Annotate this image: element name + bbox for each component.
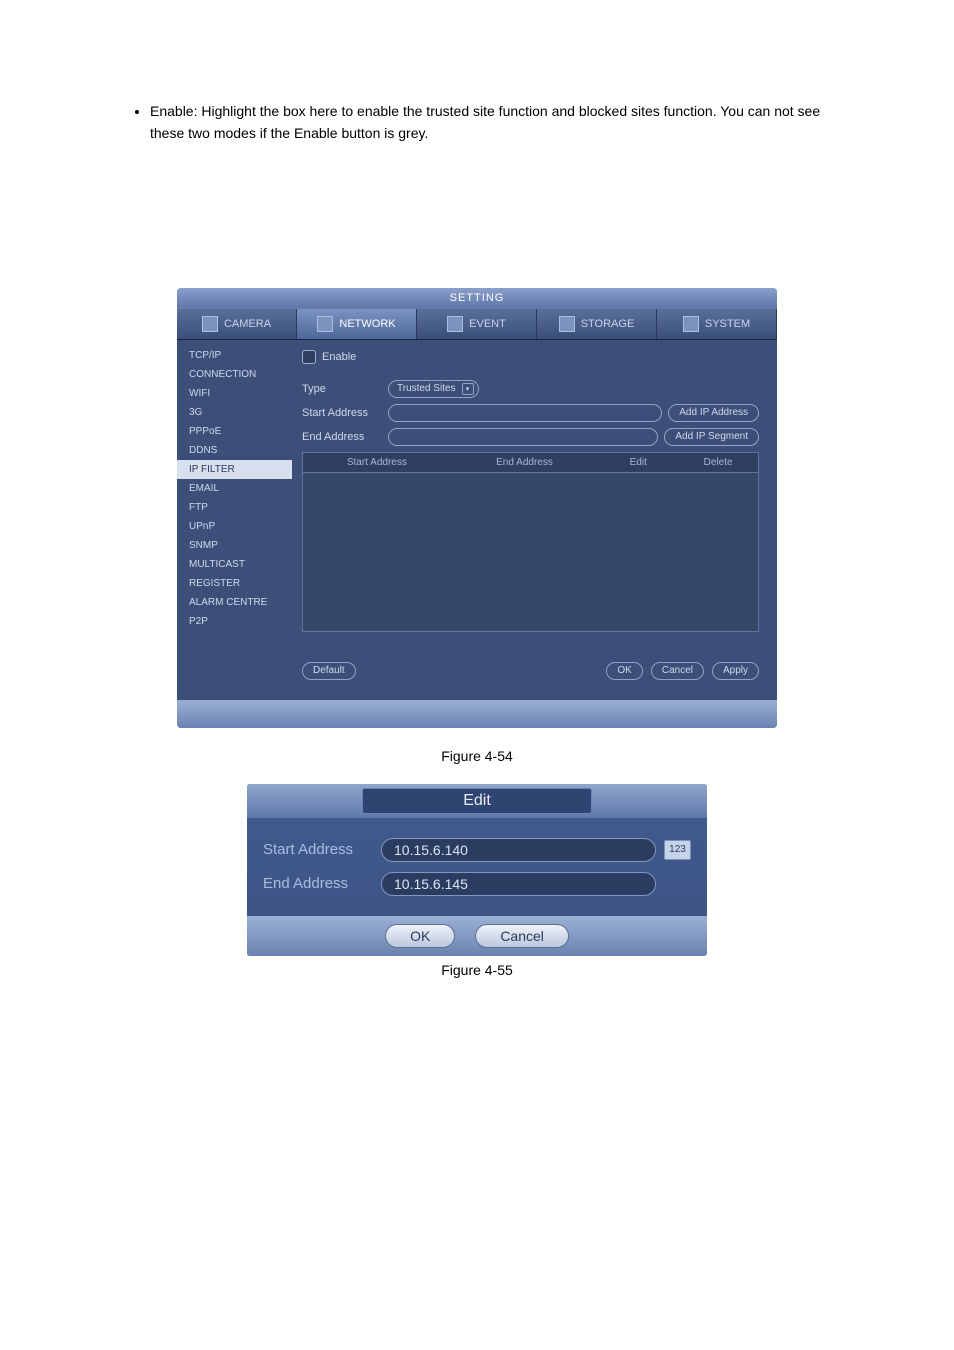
storage-icon xyxy=(559,316,575,332)
col-edit: Edit xyxy=(598,453,678,472)
sidebar-item-p2p[interactable]: P2P xyxy=(177,612,292,631)
tab-label: CAMERA xyxy=(224,318,271,330)
tab-event[interactable]: EVENT xyxy=(417,309,537,339)
figure-caption-2: Figure 4-55 xyxy=(120,962,834,978)
end-address-input[interactable] xyxy=(388,428,658,446)
upper-bullet-list: Enable: Highlight the box here to enable… xyxy=(120,100,834,145)
tab-bar: CAMERA NETWORK EVENT STORAGE SYSTEM xyxy=(177,308,777,340)
edit-cancel-button[interactable]: Cancel xyxy=(475,924,569,948)
sidebar-item-ddns[interactable]: DDNS xyxy=(177,441,292,460)
ok-button[interactable]: OK xyxy=(606,662,642,680)
footer-bar xyxy=(177,700,777,728)
col-end-address: End Address xyxy=(451,453,599,472)
sidebar-item-pppoe[interactable]: PPPoE xyxy=(177,422,292,441)
sidebar-item-snmp[interactable]: SNMP xyxy=(177,536,292,555)
upper-bullet-list-2: . . . xyxy=(120,185,834,258)
tab-system[interactable]: SYSTEM xyxy=(657,309,777,339)
window-title: SETTING xyxy=(177,288,777,308)
col-delete: Delete xyxy=(678,453,758,472)
sidebar-item-alarmcentre[interactable]: ALARM CENTRE xyxy=(177,593,292,612)
camera-icon xyxy=(202,316,218,332)
settings-window: SETTING CAMERA NETWORK EVENT STORAGE SYS… xyxy=(177,288,777,728)
sidebar-item-upnp[interactable]: UPnP xyxy=(177,517,292,536)
tab-label: SYSTEM xyxy=(705,318,750,330)
enable-label: Enable xyxy=(322,351,356,363)
sidebar-item-email[interactable]: EMAIL xyxy=(177,479,292,498)
tab-label: NETWORK xyxy=(339,318,395,330)
tab-camera[interactable]: CAMERA xyxy=(177,309,297,339)
enable-checkbox[interactable] xyxy=(302,350,316,364)
chevron-down-icon: ▾ xyxy=(462,383,474,395)
tab-label: STORAGE xyxy=(581,318,635,330)
type-select[interactable]: Trusted Sites ▾ xyxy=(388,380,479,398)
type-value: Trusted Sites xyxy=(397,383,456,394)
default-button[interactable]: Default xyxy=(302,662,356,680)
add-ip-segment-button[interactable]: Add IP Segment xyxy=(664,428,759,446)
sidebar-item-ipfilter[interactable]: IP FILTER xyxy=(177,460,292,479)
end-address-label: End Address xyxy=(302,431,382,443)
col-start-address: Start Address xyxy=(303,453,451,472)
edit-dialog-title: Edit xyxy=(362,788,592,814)
edit-end-label: End Address xyxy=(263,875,373,892)
tab-storage[interactable]: STORAGE xyxy=(537,309,657,339)
edit-dialog-header: Edit xyxy=(247,784,707,818)
start-address-input[interactable] xyxy=(388,404,662,422)
sidebar-item-tcpip[interactable]: TCP/IP xyxy=(177,346,292,365)
keypad-icon[interactable]: 123 xyxy=(664,840,691,860)
sidebar: TCP/IP CONNECTION WIFI 3G PPPoE DDNS IP … xyxy=(177,340,292,700)
sidebar-item-ftp[interactable]: FTP xyxy=(177,498,292,517)
cancel-button[interactable]: Cancel xyxy=(651,662,704,680)
start-address-label: Start Address xyxy=(302,407,382,419)
main-panel: Enable Type Trusted Sites ▾ Start Addres… xyxy=(292,340,777,700)
apply-button[interactable]: Apply xyxy=(712,662,759,680)
event-icon xyxy=(447,316,463,332)
tab-label: EVENT xyxy=(469,318,506,330)
edit-end-input[interactable]: 10.15.6.145 xyxy=(381,872,656,896)
lower-bullet-list: . . . . . xyxy=(120,1008,834,1132)
figure-caption-1: Figure 4-54 xyxy=(120,748,834,764)
edit-ok-button[interactable]: OK xyxy=(385,924,455,948)
sidebar-item-connection[interactable]: CONNECTION xyxy=(177,365,292,384)
tab-network[interactable]: NETWORK xyxy=(297,309,417,339)
add-ip-address-button[interactable]: Add IP Address xyxy=(668,404,759,422)
edit-start-label: Start Address xyxy=(263,841,373,858)
edit-start-input[interactable]: 10.15.6.140 xyxy=(381,838,656,862)
sidebar-item-wifi[interactable]: WIFI xyxy=(177,384,292,403)
system-icon xyxy=(683,316,699,332)
sidebar-item-multicast[interactable]: MULTICAST xyxy=(177,555,292,574)
ip-table: Start Address End Address Edit Delete xyxy=(302,452,759,632)
sidebar-item-3g[interactable]: 3G xyxy=(177,403,292,422)
bullet-item: Enable: Highlight the box here to enable… xyxy=(150,100,834,145)
edit-dialog: Edit Start Address 10.15.6.140 123 End A… xyxy=(247,784,707,956)
network-icon xyxy=(317,316,333,332)
type-label: Type xyxy=(302,383,382,395)
sidebar-item-register[interactable]: REGISTER xyxy=(177,574,292,593)
